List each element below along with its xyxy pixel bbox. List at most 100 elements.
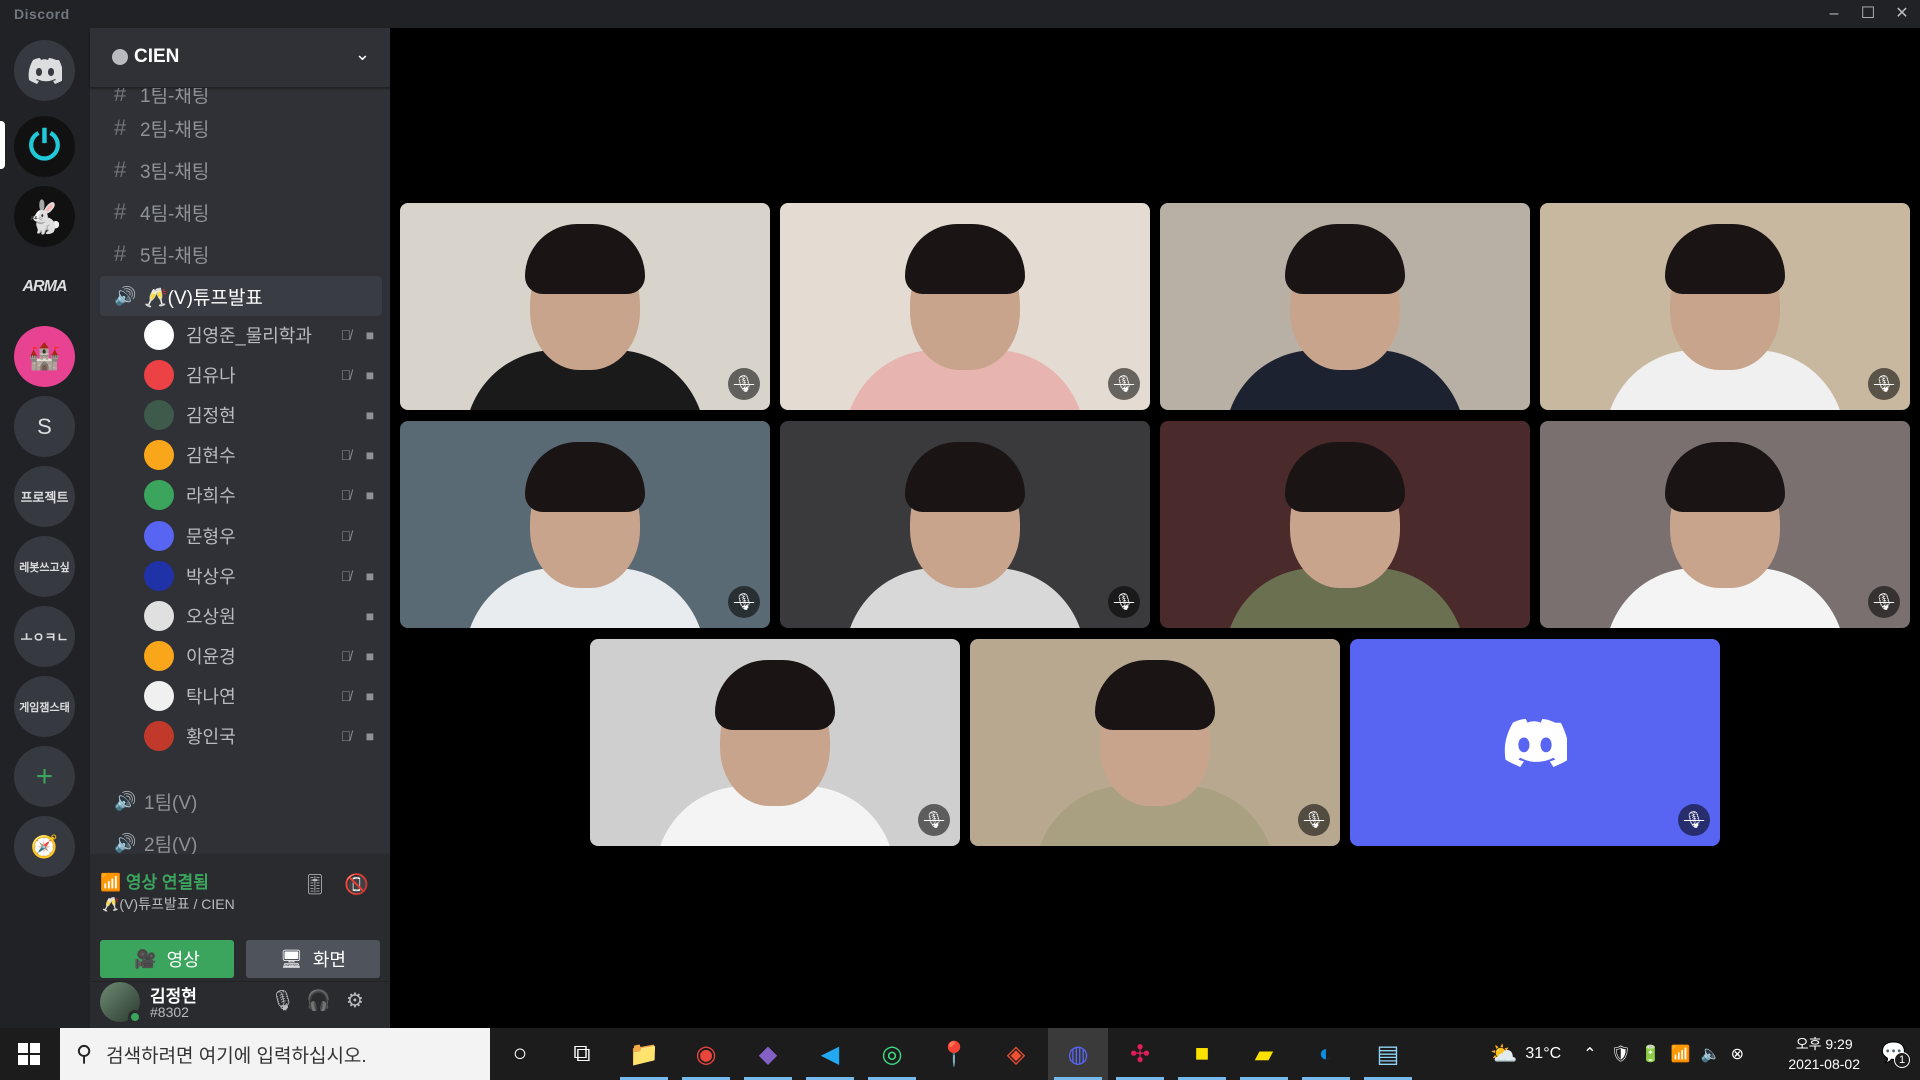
voice-status: 📶 영상 연결됨 bbox=[100, 873, 209, 892]
close-button[interactable]: ✕ bbox=[1884, 0, 1920, 28]
voice-user[interactable]: 김정현 ■ bbox=[144, 397, 382, 433]
active-server-indicator bbox=[0, 121, 5, 169]
server-gamejam[interactable]: 게임잼스태 bbox=[14, 676, 75, 737]
taskbar-app-vscode[interactable]: ◀ bbox=[800, 1028, 860, 1080]
taskbar-app-sticky-notes[interactable]: ▰ bbox=[1234, 1028, 1294, 1080]
voice-user[interactable]: 이윤경 🎙̸ ■ bbox=[144, 638, 382, 674]
maximize-button[interactable]: ☐ bbox=[1850, 0, 1886, 28]
voice-user[interactable]: 박상우 🎙̸ ■ bbox=[144, 558, 382, 594]
server-project[interactable]: 프로젝트 bbox=[14, 466, 75, 527]
taskbar-app-file-explorer[interactable]: 📁 bbox=[614, 1028, 674, 1080]
voice-channel[interactable]: 🔊 2팀(V) bbox=[100, 823, 382, 855]
taskbar-app-git[interactable]: ◈ bbox=[986, 1028, 1046, 1080]
video-tile[interactable]: 🎙 bbox=[780, 421, 1150, 628]
taskbar-app-edge[interactable]: ◐ bbox=[1296, 1028, 1356, 1080]
voice-user[interactable]: 오상원 ■ bbox=[144, 598, 382, 634]
voice-user[interactable]: 황인국 🎙̸ ■ bbox=[144, 718, 382, 754]
text-channel[interactable]: #3팀-채팅 bbox=[100, 150, 382, 190]
discord-logo-icon bbox=[1504, 718, 1567, 767]
voice-user-name: 오상원 bbox=[186, 607, 236, 627]
disconnect-icon[interactable]: 📵 bbox=[344, 872, 369, 897]
microphone-icon[interactable]: 🎙 bbox=[270, 988, 295, 1013]
no-entry-icon[interactable]: ⊗ bbox=[1731, 1044, 1744, 1064]
voice-user[interactable]: 탁나연 🎙̸ ■ bbox=[144, 678, 382, 714]
server-robot[interactable]: 레봇쓰고싶 bbox=[14, 536, 75, 597]
mic-muted-icon: 🎙̸ bbox=[340, 648, 352, 664]
voice-user[interactable]: 김현수 🎙̸ ■ bbox=[144, 437, 382, 473]
voice-channel-active[interactable]: 🔊 🥂(V)튜프발표 bbox=[100, 276, 382, 316]
add-server-button[interactable]: + bbox=[14, 746, 75, 807]
taskbar-app-android-studio[interactable]: ◎ bbox=[862, 1028, 922, 1080]
taskbar-app-cortana[interactable]: ○ bbox=[490, 1028, 550, 1080]
explore-servers-button[interactable]: 🧭 bbox=[14, 816, 75, 877]
channel-name: 1팀-채팅 bbox=[140, 88, 210, 107]
server-s[interactable]: S bbox=[14, 396, 75, 457]
server-rabbit[interactable]: 🐇 bbox=[14, 186, 75, 247]
taskbar-app-task-view[interactable]: ⧉ bbox=[552, 1028, 612, 1080]
mic-muted-icon: 🎙 bbox=[728, 586, 760, 618]
voice-user[interactable]: 김유나 🎙̸ ■ bbox=[144, 357, 382, 393]
battery-icon[interactable]: 🔋 bbox=[1641, 1044, 1661, 1064]
video-tile-no-camera[interactable]: 🎙 bbox=[1350, 639, 1720, 846]
discord-icon: ◍ bbox=[1067, 1040, 1089, 1068]
taskbar-app-maps[interactable]: 📍 bbox=[924, 1028, 984, 1080]
text-channel[interactable]: #2팀-채팅 bbox=[100, 108, 382, 148]
voice-user[interactable]: 문형우 🎙̸ bbox=[144, 518, 382, 554]
wifi-icon[interactable]: 📶 bbox=[1671, 1044, 1691, 1064]
signal-icon: 📶 bbox=[100, 873, 122, 892]
gear-icon[interactable]: ⚙ bbox=[346, 988, 364, 1013]
voice-user-name: 이윤경 bbox=[186, 647, 236, 667]
clock[interactable]: 오후 9:29 2021-08-02 bbox=[1788, 1034, 1860, 1074]
voice-user-name: 황인국 bbox=[186, 727, 236, 747]
taskbar-app-discord[interactable]: ◍ bbox=[1048, 1028, 1108, 1080]
video-button[interactable]: 🎥 영상 bbox=[100, 940, 234, 978]
volume-icon[interactable]: 🔈 bbox=[1701, 1044, 1721, 1064]
server-power[interactable]: ⏻ bbox=[14, 116, 75, 177]
video-tile[interactable] bbox=[1160, 421, 1530, 628]
voice-user[interactable]: 라희수 🎙̸ ■ bbox=[144, 477, 382, 513]
search-placeholder: 검색하려면 여기에 입력하십시오. bbox=[106, 1045, 367, 1067]
voice-user-name: 김정현 bbox=[186, 406, 236, 426]
guild-header[interactable]: CIEN ⌄ bbox=[90, 28, 390, 88]
server-pink[interactable]: 🏰 bbox=[14, 326, 75, 387]
voice-user[interactable]: 김영준_물리학과 🎙̸ ■ bbox=[144, 317, 382, 353]
start-button[interactable] bbox=[0, 1028, 58, 1080]
screen-share-button[interactable]: 🖥 화면 bbox=[246, 940, 380, 978]
voice-user-name: 탁나연 bbox=[186, 687, 236, 707]
video-tile[interactable]: 🎙 bbox=[1540, 203, 1910, 410]
mic-muted-icon: 🎙̸ bbox=[340, 728, 352, 744]
notification-center[interactable]: 💬 1 bbox=[1881, 1040, 1910, 1068]
chevron-up-icon[interactable]: ⌃ bbox=[1583, 1044, 1596, 1064]
taskbar-app-visual-studio[interactable]: ◆ bbox=[738, 1028, 798, 1080]
speaker-icon: 🔊 bbox=[114, 285, 137, 306]
server-arma[interactable]: ARMA bbox=[14, 256, 75, 317]
video-tile[interactable]: 🎙 bbox=[970, 639, 1340, 846]
video-tile[interactable]: 🎙 bbox=[400, 203, 770, 410]
video-grid: 🎙 🎙 🎙 🎙 🎙 🎙 🎙 🎙 🎙 bbox=[390, 28, 1920, 1028]
video-tile[interactable]: 🎙 bbox=[590, 639, 960, 846]
video-tile[interactable]: 🎙 bbox=[1540, 421, 1910, 628]
noise-suppression-icon[interactable]: 🎚 bbox=[302, 872, 327, 897]
minimize-button[interactable]: – bbox=[1816, 0, 1852, 28]
taskbar-app-chrome[interactable]: ◉ bbox=[676, 1028, 736, 1080]
headphones-icon[interactable]: 🎧 bbox=[306, 988, 331, 1013]
avatar bbox=[144, 360, 174, 390]
taskbar-app-slack[interactable]: ✣ bbox=[1110, 1028, 1170, 1080]
taskbar-search[interactable]: ⚲ 검색하려면 여기에 입력하십시오. bbox=[60, 1028, 490, 1080]
server-ㅗㅇㅋㄴ[interactable]: ㅗㅇㅋㄴ bbox=[14, 606, 75, 667]
sticky-notes-icon: ▰ bbox=[1254, 1040, 1274, 1068]
discord-home-button[interactable] bbox=[14, 40, 75, 101]
video-tile[interactable]: 🎙 bbox=[780, 203, 1150, 410]
text-channel[interactable]: #5팀-채팅 bbox=[100, 234, 382, 274]
taskbar-app-notepad[interactable]: ▤ bbox=[1358, 1028, 1418, 1080]
video-tile[interactable]: 🎙 bbox=[400, 421, 770, 628]
windows-logo-icon bbox=[18, 1043, 40, 1065]
voice-channel[interactable]: 🔊 1팀(V) bbox=[100, 781, 382, 821]
taskbar-app-kakaotalk[interactable]: ■ bbox=[1172, 1028, 1232, 1080]
security-icon[interactable]: 🛡 bbox=[1611, 1044, 1631, 1064]
mic-muted-icon: 🎙̸ bbox=[340, 568, 352, 584]
video-tile[interactable] bbox=[1160, 203, 1530, 410]
system-tray: ⛅ 31°C ⌃ 🛡 🔋 📶 🔈 ⊗ bbox=[1490, 1028, 1744, 1080]
text-channel[interactable]: #4팀-채팅 bbox=[100, 192, 382, 232]
avatar bbox=[144, 721, 174, 751]
